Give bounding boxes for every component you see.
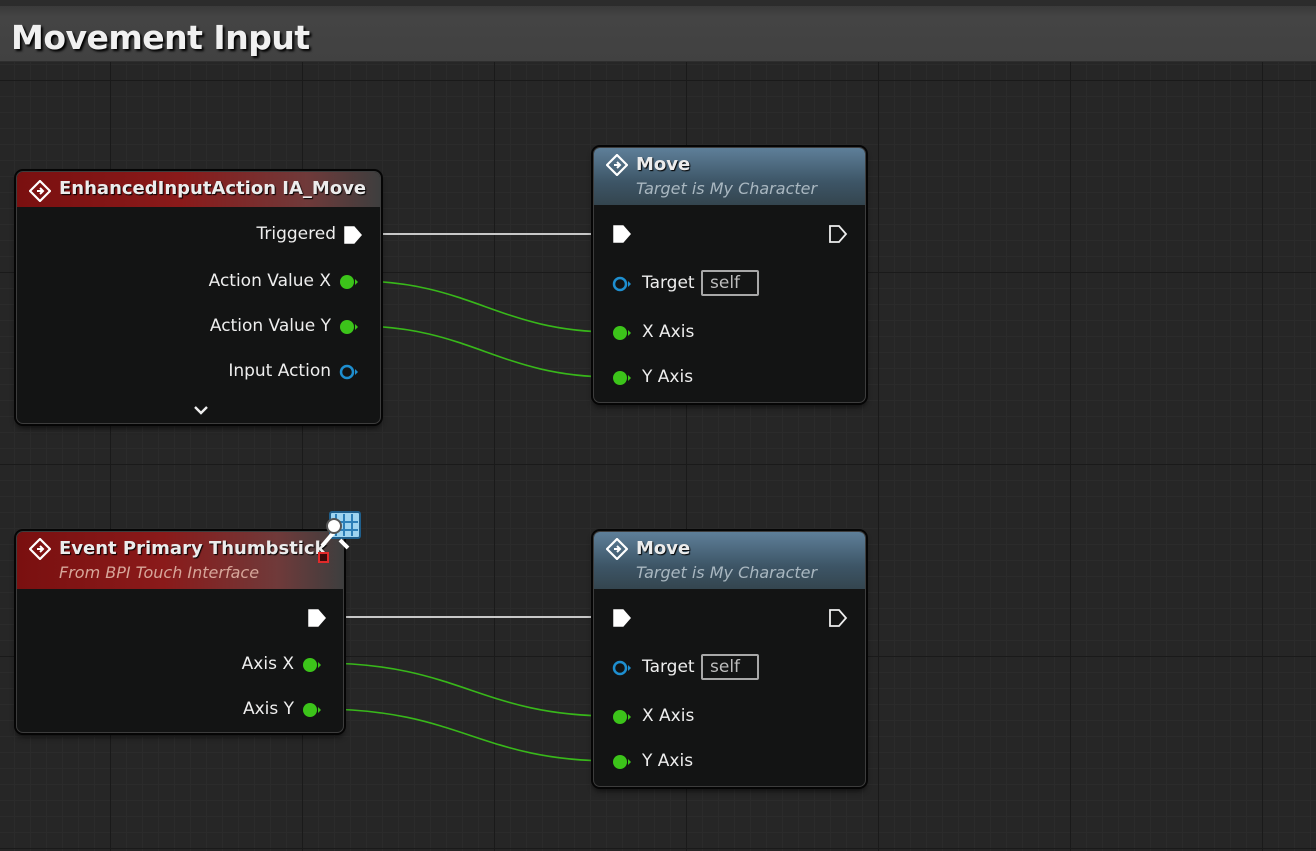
exec-pin-icon[interactable] [343,225,363,245]
pin-label-y-axis: Y Axis [642,367,694,387]
pin-label-action-value-y: Action Value Y [209,316,331,336]
node-header[interactable]: EnhancedInputAction IA_Move [17,172,380,207]
float-pin-icon[interactable] [339,319,359,335]
node-subtitle: Target is My Character [636,563,818,582]
pin-label-target: Target [642,657,695,677]
pin-label-input-action: Input Action [228,361,331,381]
object-pin-icon[interactable] [339,364,359,380]
node-title: EnhancedInputAction IA_Move [59,178,367,199]
node-enhanced-input-action[interactable]: EnhancedInputAction IA_Move Triggered Ac… [16,171,381,424]
pin-label-x-axis: X Axis [642,322,695,342]
pin-label-target: Target [642,273,695,293]
node-subtitle: From BPI Touch Interface [59,563,260,582]
float-pin-icon[interactable] [339,274,359,290]
event-diamond-icon [29,538,51,560]
target-self-field[interactable]: self [701,270,759,296]
exec-pin-icon[interactable] [307,608,327,628]
pin-label-x-axis: X Axis [642,706,695,726]
node-header[interactable]: Move Target is My Character [594,532,865,589]
float-wire-axis-x [319,662,613,717]
object-pin-icon[interactable] [612,276,632,292]
node-title: Move [636,538,691,559]
exec-in-pin-icon[interactable] [612,224,632,244]
exec-out-pin-icon[interactable] [828,608,848,628]
node-header[interactable]: Move Target is My Character [594,148,865,205]
node-move-1[interactable]: Move Target is My Character Target self … [593,147,866,403]
node-title: Move [636,154,691,175]
pin-label-action-value-x: Action Value X [208,271,331,291]
node-subtitle: Target is My Character [636,179,818,198]
node-header[interactable]: Event Primary Thumbstick From BPI Touch … [17,532,343,589]
exec-in-pin-icon[interactable] [612,608,632,628]
pin-label-triggered: Triggered [256,224,336,244]
node-event-primary-thumbstick[interactable]: Event Primary Thumbstick From BPI Touch … [16,531,344,733]
float-pin-icon[interactable] [612,325,632,341]
float-pin-icon[interactable] [302,702,322,718]
float-pin-icon[interactable] [302,657,322,673]
event-diamond-icon [29,180,51,202]
function-diamond-icon [606,154,628,176]
float-pin-icon[interactable] [612,754,632,770]
float-wire-action-y [356,325,613,378]
float-pin-icon[interactable] [612,370,632,386]
node-move-2[interactable]: Move Target is My Character Target self … [593,531,866,787]
pin-label-y-axis: Y Axis [642,751,694,771]
object-pin-icon[interactable] [612,660,632,676]
pin-label-axis-x: Axis X [241,654,294,674]
target-self-field[interactable]: self [701,654,759,680]
expand-chevron-icon[interactable] [193,404,209,416]
breakpoint-marker[interactable] [318,552,329,563]
exec-out-pin-icon[interactable] [828,224,848,244]
function-diamond-icon [606,538,628,560]
node-title: Event Primary Thumbstick [59,538,327,559]
interface-badge-icon [320,511,361,550]
float-wire-action-x [356,280,613,333]
float-pin-icon[interactable] [612,709,632,725]
pin-label-axis-y: Axis Y [242,699,294,719]
float-wire-axis-y [319,708,613,762]
